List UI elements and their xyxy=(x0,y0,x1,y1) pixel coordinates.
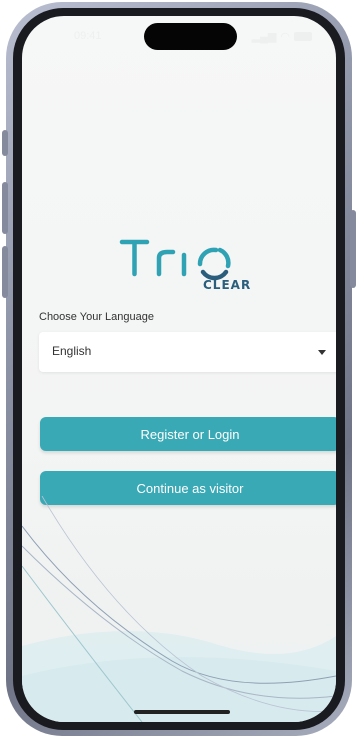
status-time: 09:41 xyxy=(74,30,102,42)
language-selected-value: English xyxy=(52,344,92,358)
logo-subtext: CLEAR xyxy=(203,278,252,292)
decorative-waves xyxy=(22,496,336,722)
trio-clear-logo: CLEAR xyxy=(117,234,257,314)
battery-icon xyxy=(294,32,312,41)
logo-wordmark xyxy=(119,239,231,281)
home-indicator xyxy=(134,710,230,714)
app-screen: 09:41 ▂▄▆ ◠ CLEAR Choose Your Language E… xyxy=(22,16,336,722)
mute-switch xyxy=(2,130,8,156)
power-button xyxy=(350,210,356,288)
signal-icon: ▂▄▆ xyxy=(251,31,277,43)
language-select[interactable]: English xyxy=(39,332,336,372)
wifi-icon: ◠ xyxy=(280,31,290,43)
dynamic-island xyxy=(144,23,237,50)
register-login-button[interactable]: Register or Login xyxy=(40,417,336,451)
language-label: Choose Your Language xyxy=(39,311,154,323)
chevron-down-icon xyxy=(318,350,326,355)
volume-up-button xyxy=(2,182,8,234)
volume-down-button xyxy=(2,246,8,298)
status-icons: ▂▄▆ ◠ xyxy=(252,30,312,43)
